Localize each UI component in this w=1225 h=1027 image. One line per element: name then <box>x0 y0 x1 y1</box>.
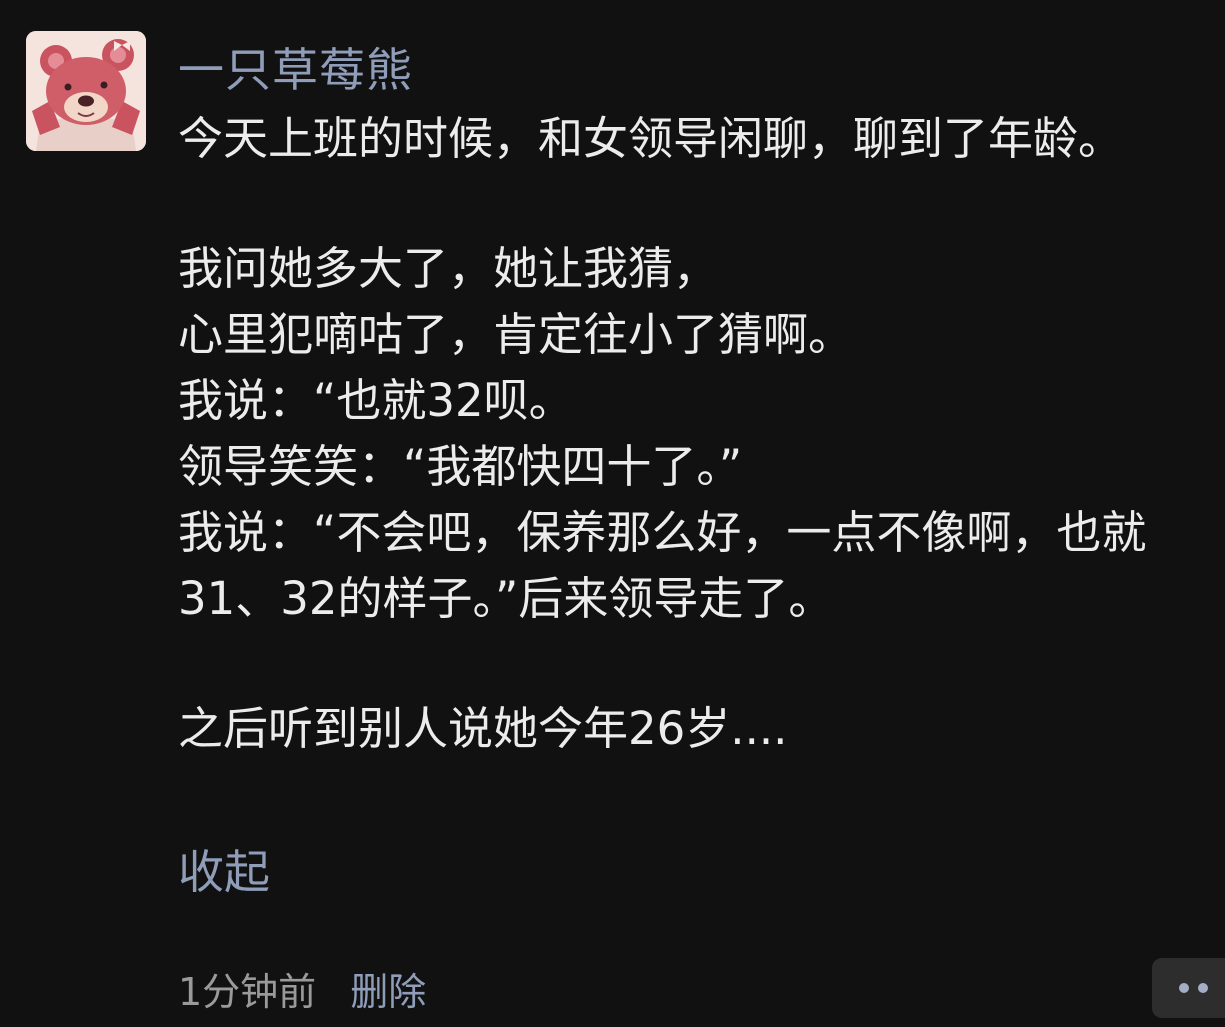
comment-line: 我问她多大了，她让我猜， <box>178 242 719 295</box>
more-dots-icon <box>1179 983 1189 993</box>
comment-line: 领导笑笑：“我都快四十了。” <box>178 440 743 493</box>
comment-line: 心里犯嘀咕了，肯定往小了猜啊。 <box>178 308 854 361</box>
comment-line: 我说：“也就32呗。 <box>178 374 574 427</box>
comment-line: 之后听到别人说她今年26岁.... <box>178 702 788 755</box>
strawberry-bear-avatar-image <box>26 31 146 151</box>
avatar[interactable] <box>26 31 146 151</box>
comment-body: 今天上班的时候，和女领导闲聊，聊到了年龄。 我问她多大了，她让我猜， 心里犯嘀咕… <box>178 106 1218 762</box>
timestamp: 1分钟前 <box>178 969 317 1014</box>
author-name[interactable]: 一只草莓熊 <box>178 40 413 100</box>
comment-line: 我说：“不会吧，保养那么好，一点不像啊，也就31、32的样子。”后来领导走了。 <box>178 506 1147 625</box>
comment-line: 今天上班的时候，和女领导闲聊，聊到了年龄。 <box>178 112 1124 165</box>
collapse-button[interactable]: 收起 <box>178 840 270 904</box>
comment-meta: 1分钟前 删除 <box>178 958 426 1018</box>
more-dots-icon <box>1198 983 1208 993</box>
delete-button[interactable]: 删除 <box>350 961 426 1016</box>
more-options-button[interactable] <box>1152 958 1225 1018</box>
